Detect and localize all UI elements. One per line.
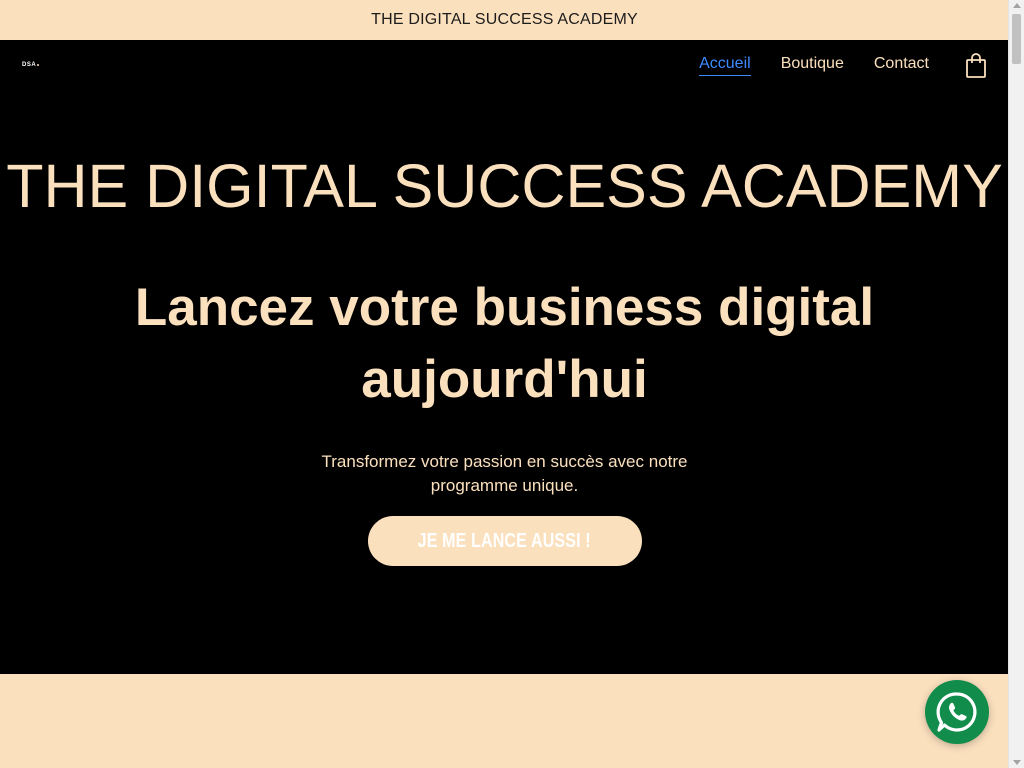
next-section (0, 674, 1009, 768)
hero-title: THE DIGITAL SUCCESS ACADEMY (6, 152, 1003, 220)
cta-label: JE ME LANCE AUSSI ! (417, 529, 592, 552)
scroll-thumb[interactable] (1012, 14, 1021, 64)
hero-description: Transformez votre passion en succès avec… (321, 452, 688, 495)
announcement-bar: THE DIGITAL SUCCESS ACADEMY (0, 0, 1009, 40)
hero-section: DSA Accueil Boutique Contact THE DIGITAL… (0, 40, 1009, 674)
shopping-bag-icon (966, 52, 986, 78)
scrollbar[interactable] (1008, 0, 1024, 768)
nav-links: Accueil Boutique Contact (669, 52, 987, 78)
navbar: DSA Accueil Boutique Contact (0, 40, 1009, 90)
hero-subtitle: Lancez votre business digital aujourd'hu… (134, 278, 875, 409)
page: THE DIGITAL SUCCESS ACADEMY DSA Accueil … (0, 0, 1009, 768)
logo-text: DSA (22, 62, 37, 68)
whatsapp-icon (936, 692, 977, 732)
cart-button[interactable] (965, 52, 987, 78)
cta-button[interactable]: JE ME LANCE AUSSI ! (367, 516, 642, 566)
site-logo[interactable]: DSA (22, 62, 40, 68)
scroll-down-icon[interactable] (1013, 760, 1021, 765)
whatsapp-button[interactable] (925, 680, 989, 744)
nav-item-accueil[interactable]: Accueil (699, 55, 751, 76)
announcement-text: THE DIGITAL SUCCESS ACADEMY (371, 11, 638, 28)
scroll-up-icon[interactable] (1013, 3, 1021, 8)
nav-item-contact[interactable]: Contact (874, 55, 929, 75)
nav-item-boutique[interactable]: Boutique (781, 55, 844, 75)
logo-dot (37, 64, 40, 66)
